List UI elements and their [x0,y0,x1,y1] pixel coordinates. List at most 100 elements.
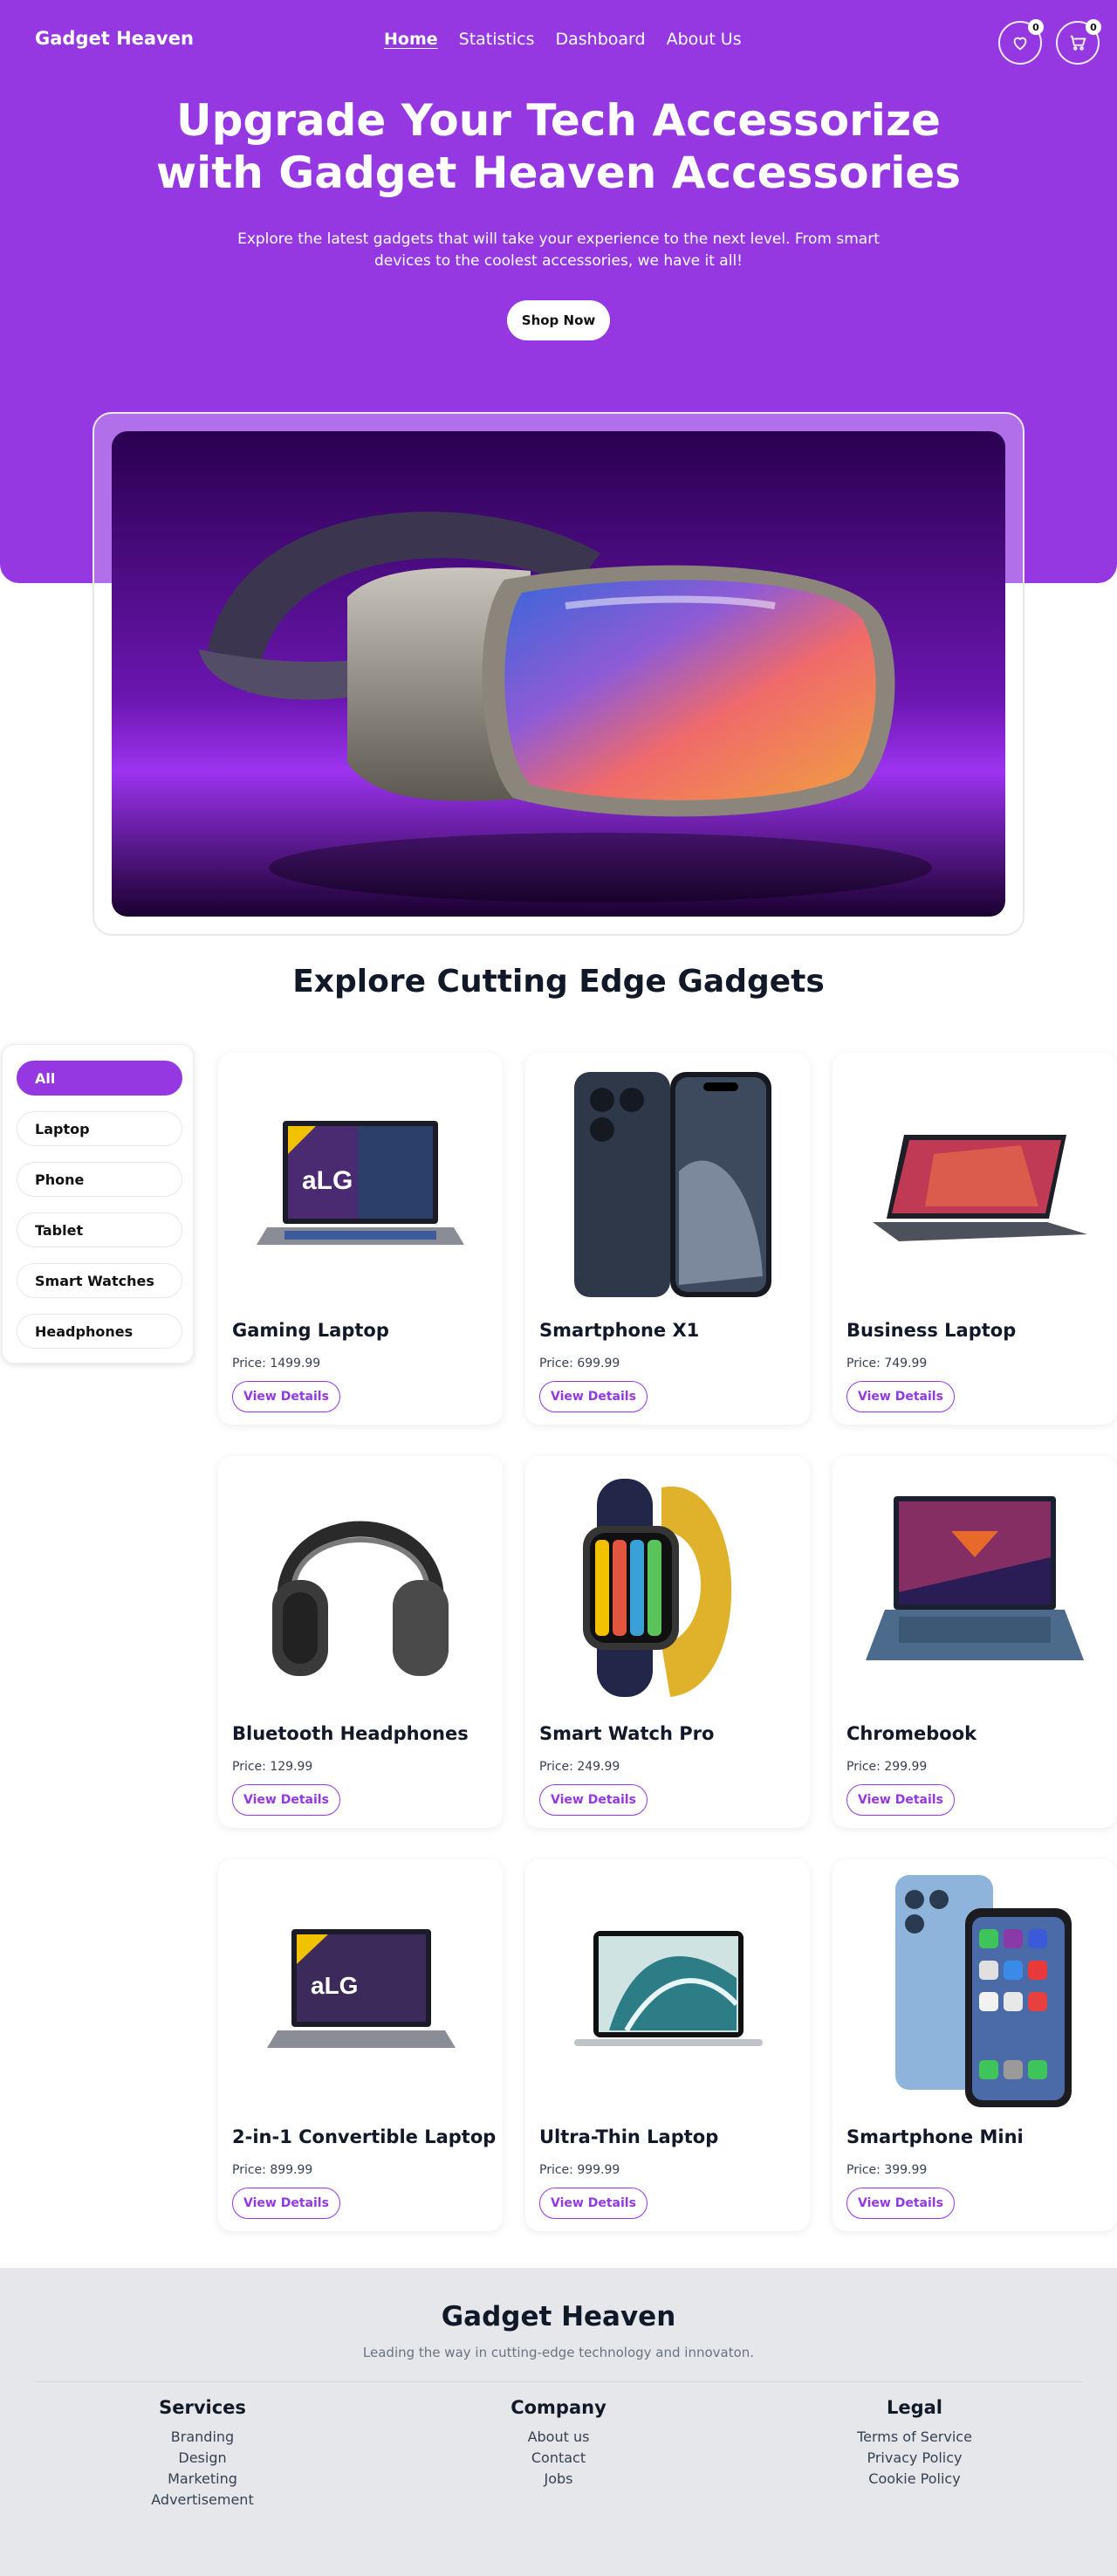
category-chip-laptop[interactable]: Laptop [17,1111,182,1146]
category-filter-panel: All Laptop Phone Tablet Smart Watches He… [2,1044,194,1364]
heart-icon [1013,37,1027,51]
category-chip-phone[interactable]: Phone [17,1162,182,1197]
smartwatch-icon [539,1470,796,1706]
nav-links: Home Statistics Dashboard About Us [384,30,742,49]
footer-column-title: Company [511,2397,606,2418]
product-name: Smartphone X1 [539,1320,700,1341]
gaming-laptop-icon: aLG [232,1873,489,2109]
view-details-button[interactable]: View Details [539,1784,648,1816]
product-card[interactable]: aLG 2-in-1 Convertible Laptop Price: 899… [218,1859,503,2231]
footer-tagline: Leading the way in cutting-edge technolo… [362,2345,755,2360]
product-name: 2-in-1 Convertible Laptop [232,2126,497,2147]
category-chip-smart-watches[interactable]: Smart Watches [17,1263,182,1298]
smartphone-pair-icon [846,1873,1103,2109]
footer-column-company: Company About us Contact Jobs [445,2397,672,2490]
footer-link-privacy[interactable]: Privacy Policy [801,2448,1028,2469]
footer-divider [35,2381,1082,2382]
footer-column-services: Services Branding Design Marketing Adver… [89,2397,316,2511]
category-chip-all[interactable]: All [17,1061,182,1096]
wishlist-count-badge: 0 [1028,19,1044,35]
view-details-button[interactable]: View Details [539,2188,648,2219]
vr-headset-icon [112,431,1005,917]
product-name: Gaming Laptop [232,1320,389,1341]
footer-link-marketing[interactable]: Marketing [89,2469,316,2490]
footer-link-contact[interactable]: Contact [445,2448,672,2469]
shop-now-button[interactable]: Shop Now [507,300,610,340]
product-price: Price: 749.99 [846,1357,928,1370]
product-price: Price: 899.99 [232,2163,313,2177]
footer-link-about-us[interactable]: About us [445,2427,672,2448]
nav-icons: 0 0 [998,19,1101,65]
cart-count-badge: 0 [1086,19,1101,35]
footer-link-terms[interactable]: Terms of Service [801,2427,1028,2448]
nav-link-about[interactable]: About Us [667,30,742,49]
product-card[interactable]: Smartphone Mini Price: 399.99 View Detai… [833,1859,1117,2231]
hero-subtitle: Explore the latest gadgets that will tak… [237,230,880,270]
footer-link-advertisement[interactable]: Advertisement [89,2490,316,2511]
product-image [539,1067,796,1302]
headphones-icon [232,1470,489,1706]
product-price: Price: 1499.99 [232,1357,321,1370]
cart-icon [1070,35,1086,51]
category-chip-headphones[interactable]: Headphones [17,1314,182,1349]
product-card[interactable]: Business Laptop Price: 749.99 View Detai… [833,1053,1117,1425]
product-image [539,1873,796,2109]
footer-link-branding[interactable]: Branding [89,2427,316,2448]
view-details-button[interactable]: View Details [846,2188,955,2219]
nav-link-home[interactable]: Home [384,30,438,49]
product-price: Price: 129.99 [232,1760,313,1774]
wishlist-button[interactable]: 0 [998,19,1044,65]
product-name: Business Laptop [846,1320,1017,1341]
product-card[interactable]: Ultra-Thin Laptop Price: 999.99 View Det… [525,1859,810,2231]
footer-column-title: Services [159,2397,246,2418]
section-title: Explore Cutting Edge Gadgets [292,964,825,999]
footer-column-title: Legal [886,2397,943,2418]
banner-image [112,431,1005,917]
view-details-button[interactable]: View Details [232,2188,340,2219]
product-price: Price: 399.99 [846,2163,928,2177]
footer-link-cookie[interactable]: Cookie Policy [801,2469,1028,2490]
footer-link-jobs[interactable]: Jobs [445,2469,672,2490]
product-card[interactable]: Chromebook Price: 299.99 View Details [833,1456,1117,1828]
navbar: Gadget Heaven Home Statistics Dashboard … [0,0,1117,80]
product-image: aLG [232,1067,489,1302]
category-chip-tablet[interactable]: Tablet [17,1212,182,1247]
product-image [539,1470,796,1706]
product-price: Price: 299.99 [846,1760,928,1774]
product-name: Smart Watch Pro [539,1723,715,1744]
product-price: Price: 249.99 [539,1760,620,1774]
svg-text:aLG: aLG [311,1972,358,1999]
product-image [846,1470,1103,1706]
product-name: Bluetooth Headphones [232,1723,469,1744]
view-details-button[interactable]: View Details [232,1381,340,1412]
footer-link-design[interactable]: Design [89,2448,316,2469]
gaming-laptop-icon: aLG [232,1067,489,1302]
smartphone-icon [539,1067,796,1302]
footer-title: Gadget Heaven [441,2301,676,2332]
svg-text:aLG: aLG [302,1166,353,1195]
product-image: aLG [232,1873,489,2109]
product-image [232,1470,489,1706]
cart-button[interactable]: 0 [1056,19,1101,65]
product-image [846,1067,1103,1302]
convertible-laptop-icon [846,1067,1103,1302]
nav-link-statistics[interactable]: Statistics [459,30,535,49]
product-card[interactable]: Smartphone X1 Price: 699.99 View Details [525,1053,810,1425]
product-price: Price: 699.99 [539,1357,620,1370]
product-name: Ultra-Thin Laptop [539,2126,719,2147]
thin-laptop-icon [539,1873,796,2109]
brand-logo[interactable]: Gadget Heaven [35,28,194,49]
view-details-button[interactable]: View Details [539,1381,648,1412]
product-card[interactable]: aLG Gaming Laptop Price: 1499.99 View De… [218,1053,503,1425]
view-details-button[interactable]: View Details [232,1784,340,1816]
footer: Gadget Heaven Leading the way in cutting… [0,2268,1117,2576]
product-image [846,1873,1103,2109]
product-card[interactable]: Bluetooth Headphones Price: 129.99 View … [218,1456,503,1828]
view-details-button[interactable]: View Details [846,1784,955,1816]
product-price: Price: 999.99 [539,2163,620,2177]
product-name: Smartphone Mini [846,2126,1024,2147]
product-name: Chromebook [846,1723,977,1744]
product-card[interactable]: Smart Watch Pro Price: 249.99 View Detai… [525,1456,810,1828]
view-details-button[interactable]: View Details [846,1381,955,1412]
nav-link-dashboard[interactable]: Dashboard [556,30,646,49]
